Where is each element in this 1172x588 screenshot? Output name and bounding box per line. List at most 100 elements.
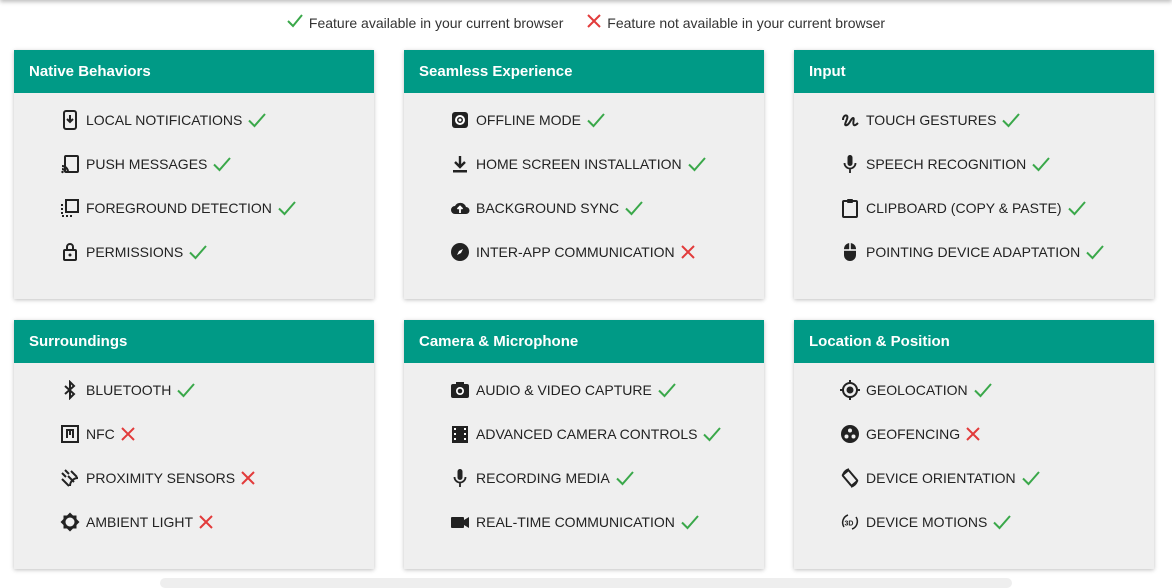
film-icon bbox=[450, 424, 470, 444]
feature-label: POINTING DEVICE ADAPTATION bbox=[866, 244, 1081, 260]
feature-label: GEOFENCING bbox=[866, 426, 961, 442]
check-icon bbox=[625, 200, 643, 216]
feature-label: ADVANCED CAMERA CONTROLS bbox=[476, 426, 698, 442]
feature-item: AMBIENT LIGHT bbox=[60, 511, 213, 533]
svg-text:3D: 3D bbox=[845, 521, 854, 528]
check-icon bbox=[278, 200, 296, 216]
mouse-icon bbox=[840, 242, 860, 262]
feature-card: Input TOUCH GESTURES SPEECH RECOGNITION CLI… bbox=[794, 50, 1154, 299]
feature-label: PERMISSIONS bbox=[86, 244, 184, 260]
feature-card: Camera & Microphone AUDIO & VIDEO CAPTURE… bbox=[404, 320, 764, 569]
legend: Feature available in your current browse… bbox=[0, 14, 1172, 31]
lock-icon bbox=[60, 242, 80, 262]
cross-icon bbox=[587, 14, 607, 31]
check-icon bbox=[973, 382, 992, 398]
feature-label: GEOLOCATION bbox=[866, 382, 968, 398]
check-icon bbox=[687, 156, 706, 172]
feature-label: BLUETOOTH bbox=[86, 382, 172, 398]
feature-label: REAL-TIME COMMUNICATION bbox=[476, 514, 675, 530]
card-title: Input bbox=[794, 50, 1154, 93]
clipboard-icon bbox=[840, 198, 860, 218]
feature-item: GEOLOCATION bbox=[840, 379, 992, 401]
cross-icon bbox=[241, 471, 255, 485]
card-title: Surroundings bbox=[14, 320, 374, 363]
feature-card: Location & Position GEOLOCATION GEOFENCING… bbox=[794, 320, 1154, 569]
legend-unavailable-label: Feature not available in your current br… bbox=[607, 14, 886, 31]
microphone-icon bbox=[840, 154, 860, 174]
check-icon bbox=[658, 382, 676, 398]
feature-label: TOUCH GESTURES bbox=[866, 112, 997, 128]
cast-icon bbox=[60, 154, 80, 174]
legend-available: Feature available in your current browse… bbox=[287, 14, 563, 31]
feature-label: HOME SCREEN INSTALLATION bbox=[476, 156, 682, 172]
3d-rotation-icon: 3D bbox=[840, 512, 860, 532]
check-icon bbox=[1086, 244, 1104, 260]
feature-label: BACKGROUND SYNC bbox=[476, 200, 620, 216]
compass-icon bbox=[450, 242, 470, 262]
feature-item: SPEECH RECOGNITION bbox=[840, 153, 1051, 175]
cross-icon bbox=[121, 427, 135, 441]
card-title: Native Behaviors bbox=[14, 50, 374, 93]
bluetooth-icon bbox=[60, 380, 80, 400]
legend-unavailable: Feature not available in your current br… bbox=[587, 14, 885, 31]
feature-item: ADVANCED CAMERA CONTROLS bbox=[450, 423, 722, 445]
feature-item: CLIPBOARD (COPY & PASTE) bbox=[840, 197, 1086, 219]
feature-label: AUDIO & VIDEO CAPTURE bbox=[476, 382, 652, 398]
check-icon bbox=[1002, 112, 1021, 128]
feature-item: LOCAL NOTIFICATIONS bbox=[60, 109, 267, 131]
check-icon bbox=[681, 514, 699, 530]
gesture-icon bbox=[840, 110, 860, 130]
feature-item: BLUETOOTH bbox=[60, 379, 196, 401]
gear-icon bbox=[450, 110, 470, 130]
proximity-icon bbox=[60, 468, 80, 488]
check-icon bbox=[993, 514, 1012, 530]
download-icon bbox=[450, 154, 470, 174]
feature-item: GEOFENCING bbox=[840, 423, 980, 445]
feature-item: NFC bbox=[60, 423, 135, 445]
card-title: Camera & Microphone bbox=[404, 320, 764, 363]
feature-item: PERMISSIONS bbox=[60, 241, 208, 263]
feature-item: RECORDING MEDIA bbox=[450, 467, 634, 489]
check-icon bbox=[587, 112, 605, 128]
feature-label: PUSH MESSAGES bbox=[86, 156, 208, 172]
feature-label: DEVICE ORIENTATION bbox=[866, 470, 1016, 486]
feature-item: HOME SCREEN INSTALLATION bbox=[450, 153, 706, 175]
feature-item: FOREGROUND DETECTION bbox=[60, 197, 296, 219]
feature-item: PUSH MESSAGES bbox=[60, 153, 232, 175]
feature-label: PROXIMITY SENSORS bbox=[86, 470, 236, 486]
card-title: Seamless Experience bbox=[404, 50, 764, 93]
feature-item: OFFLINE MODE bbox=[450, 109, 605, 131]
check-icon bbox=[1067, 200, 1086, 216]
feature-label: CLIPBOARD (COPY & PASTE) bbox=[866, 200, 1062, 216]
feature-label: LOCAL NOTIFICATIONS bbox=[86, 112, 243, 128]
card-title: Location & Position bbox=[794, 320, 1154, 363]
cross-icon bbox=[680, 245, 695, 259]
cloud-upload-icon bbox=[450, 198, 470, 218]
geofence-icon bbox=[840, 424, 860, 444]
feature-card: Seamless Experience OFFLINE MODE HOME SCRE… bbox=[404, 50, 764, 299]
feature-item: REAL-TIME COMMUNICATION bbox=[450, 511, 699, 533]
foreground-icon bbox=[60, 198, 80, 218]
feature-item: BACKGROUND SYNC bbox=[450, 197, 643, 219]
legend-available-label: Feature available in your current browse… bbox=[308, 14, 564, 31]
footer-edge bbox=[160, 578, 1012, 588]
feature-item: PROXIMITY SENSORS bbox=[60, 467, 255, 489]
check-icon bbox=[287, 14, 309, 31]
check-icon bbox=[177, 382, 196, 398]
feature-item: POINTING DEVICE ADAPTATION bbox=[840, 241, 1104, 263]
feature-label: NFC bbox=[86, 426, 115, 442]
check-icon bbox=[213, 156, 232, 172]
feature-item: AUDIO & VIDEO CAPTURE bbox=[450, 379, 676, 401]
feature-label: FOREGROUND DETECTION bbox=[86, 200, 272, 216]
feature-label: INTER-APP COMMUNICATION bbox=[476, 244, 675, 260]
check-icon bbox=[616, 470, 634, 486]
feature-item: DEVICE ORIENTATION bbox=[840, 467, 1040, 489]
videocam-icon bbox=[450, 512, 470, 532]
brightness-icon bbox=[60, 512, 80, 532]
feature-item: INTER-APP COMMUNICATION bbox=[450, 241, 695, 263]
cross-icon bbox=[966, 427, 980, 441]
feature-label: SPEECH RECOGNITION bbox=[866, 156, 1027, 172]
feature-item: TOUCH GESTURES bbox=[840, 109, 1021, 131]
microphone-icon bbox=[450, 468, 470, 488]
check-icon bbox=[703, 426, 722, 442]
